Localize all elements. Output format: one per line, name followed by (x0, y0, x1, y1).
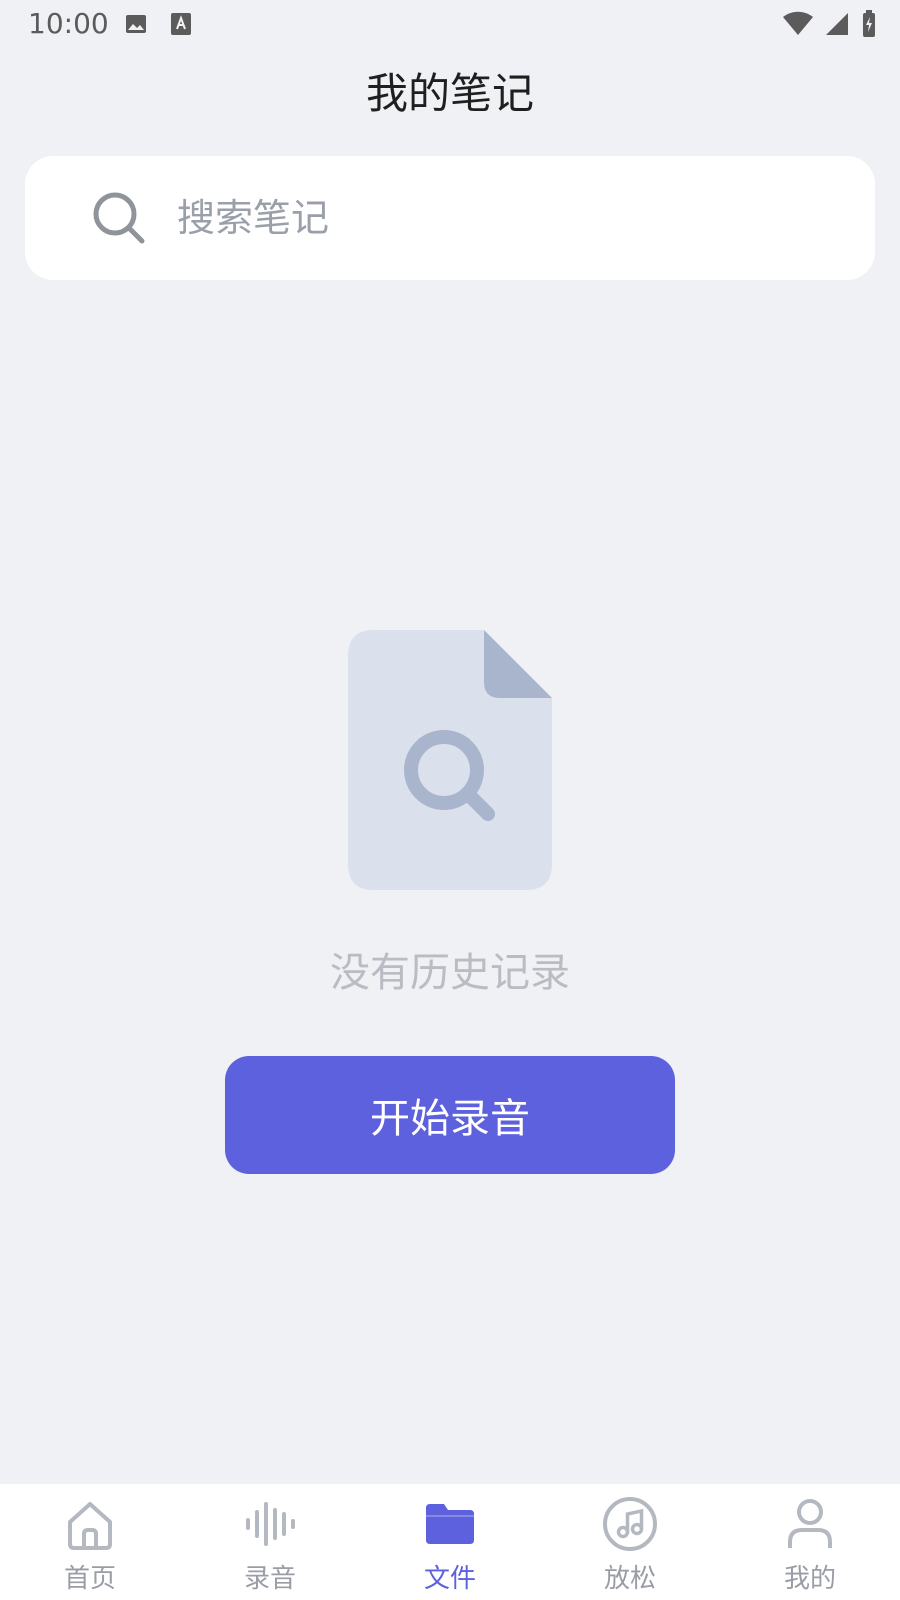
music-note-icon (602, 1496, 658, 1552)
wifi-icon (782, 11, 814, 41)
search-bar[interactable] (25, 156, 875, 280)
search-icon (91, 190, 147, 246)
nav-label-record: 录音 (243, 1564, 296, 1594)
nav-item-record[interactable]: 录音 (180, 1484, 360, 1600)
nav-item-profile[interactable]: 我的 (720, 1484, 900, 1600)
search-input[interactable] (175, 192, 819, 244)
user-icon (782, 1496, 838, 1552)
nav-item-home[interactable]: 首页 (0, 1484, 180, 1600)
page-title: 我的笔记 (365, 69, 534, 118)
image-icon (124, 12, 148, 40)
nav-label-relax: 放松 (603, 1564, 656, 1594)
waveform-icon (242, 1496, 298, 1552)
nav-label-profile: 我的 (783, 1564, 836, 1594)
status-time: 10:00 (28, 7, 109, 40)
nav-item-files[interactable]: 文件 (360, 1484, 540, 1600)
empty-state: 没有历史记录 开始录音 (0, 630, 900, 1190)
status-bar: 10:00 (0, 0, 900, 48)
document-search-icon (348, 630, 552, 890)
folder-icon (422, 1496, 478, 1552)
nav-label-home: 首页 (63, 1564, 116, 1594)
start-recording-button[interactable]: 开始录音 (225, 1056, 675, 1174)
nav-item-relax[interactable]: 放松 (540, 1484, 720, 1600)
text-format-icon (170, 12, 192, 40)
empty-message: 没有历史记录 (330, 950, 570, 996)
home-icon (62, 1496, 118, 1552)
bottom-nav: 首页 录音 文件 放松 我的 (0, 1484, 900, 1600)
battery-icon (860, 10, 878, 42)
nav-label-files: 文件 (423, 1564, 476, 1594)
status-right-icons (782, 10, 878, 42)
signal-icon (824, 11, 850, 41)
status-left-icons (124, 12, 192, 40)
